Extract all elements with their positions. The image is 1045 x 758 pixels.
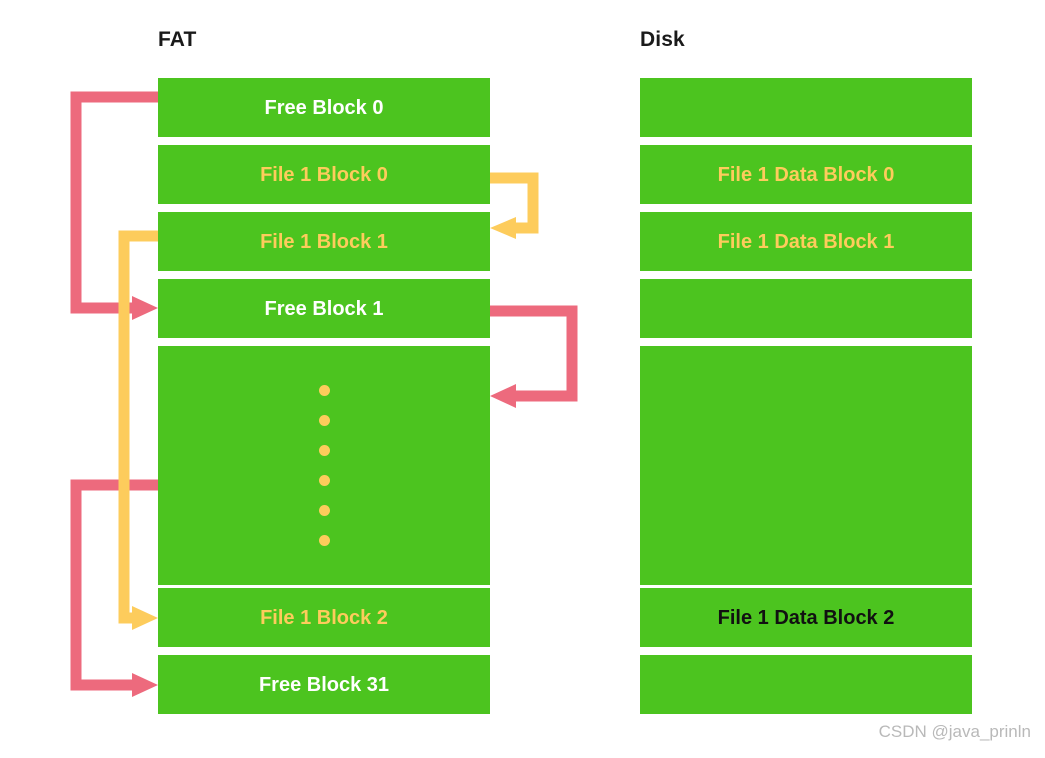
ellipsis-dot (318, 385, 330, 396)
fat-block-free-block-1[interactable]: Free Block 1 (158, 279, 490, 338)
csdn-watermark: CSDN @java_prinln (878, 722, 1031, 741)
fat-column-header: FAT (158, 28, 197, 51)
fat-block-file-1-block-2[interactable]: File 1 Block 2 (158, 588, 490, 647)
disk-block-file-1-data-block-1[interactable]: File 1 Data Block 1 (640, 212, 972, 271)
disk-block-file-1-data-block-0[interactable]: File 1 Data Block 0 (640, 145, 972, 204)
arrow-free-block-1-to-middle-block (490, 305, 578, 408)
ellipsis-dot (318, 415, 330, 426)
disk-block-4[interactable] (640, 346, 972, 585)
arrow-free-block-0-to-free-block-1 (70, 91, 158, 320)
fat-block-label: Free Block 31 (258, 673, 390, 696)
disk-column-header: Disk (640, 28, 685, 51)
ellipsis-dot (318, 445, 330, 456)
fat-block-label: File 1 Block 0 (260, 163, 388, 186)
fat-block-file-1-block-0[interactable]: File 1 Block 0 (158, 145, 490, 204)
ellipsis-dot (318, 505, 330, 516)
disk-block-label: File 1 Data Block 2 (717, 606, 895, 629)
disk-block-0[interactable] (640, 78, 972, 137)
fat-block-label: File 1 Block 1 (260, 230, 388, 253)
fat-block-label: Free Block 1 (264, 297, 384, 320)
arrow-middle-block-to-free-block-31 (70, 479, 158, 697)
fat-block-free-block-31[interactable]: Free Block 31 (158, 655, 490, 714)
arrow-file-1-block-1-to-file-1-block-2 (118, 230, 158, 630)
fat-block-label: File 1 Block 2 (260, 606, 388, 629)
ellipsis-dot (318, 475, 330, 486)
arrow-file-1-block-0-to-file-1-block-1 (490, 172, 539, 239)
disk-block-3[interactable] (640, 279, 972, 338)
disk-block-6[interactable] (640, 655, 972, 714)
disk-block-label: File 1 Data Block 1 (717, 230, 895, 253)
vertical-ellipsis-icon (158, 346, 490, 585)
fat-block-ellipsis-region[interactable] (158, 346, 490, 585)
fat-block-free-block-0[interactable]: Free Block 0 (158, 78, 490, 137)
ellipsis-dot (318, 535, 330, 546)
disk-block-label: File 1 Data Block 0 (717, 163, 895, 186)
diagram-canvas: FAT Disk Free Block 0 File 1 Block 0 Fil… (0, 0, 1045, 758)
fat-block-file-1-block-1[interactable]: File 1 Block 1 (158, 212, 490, 271)
disk-block-file-1-data-block-2[interactable]: File 1 Data Block 2 (640, 588, 972, 647)
fat-block-label: Free Block 0 (264, 96, 384, 119)
